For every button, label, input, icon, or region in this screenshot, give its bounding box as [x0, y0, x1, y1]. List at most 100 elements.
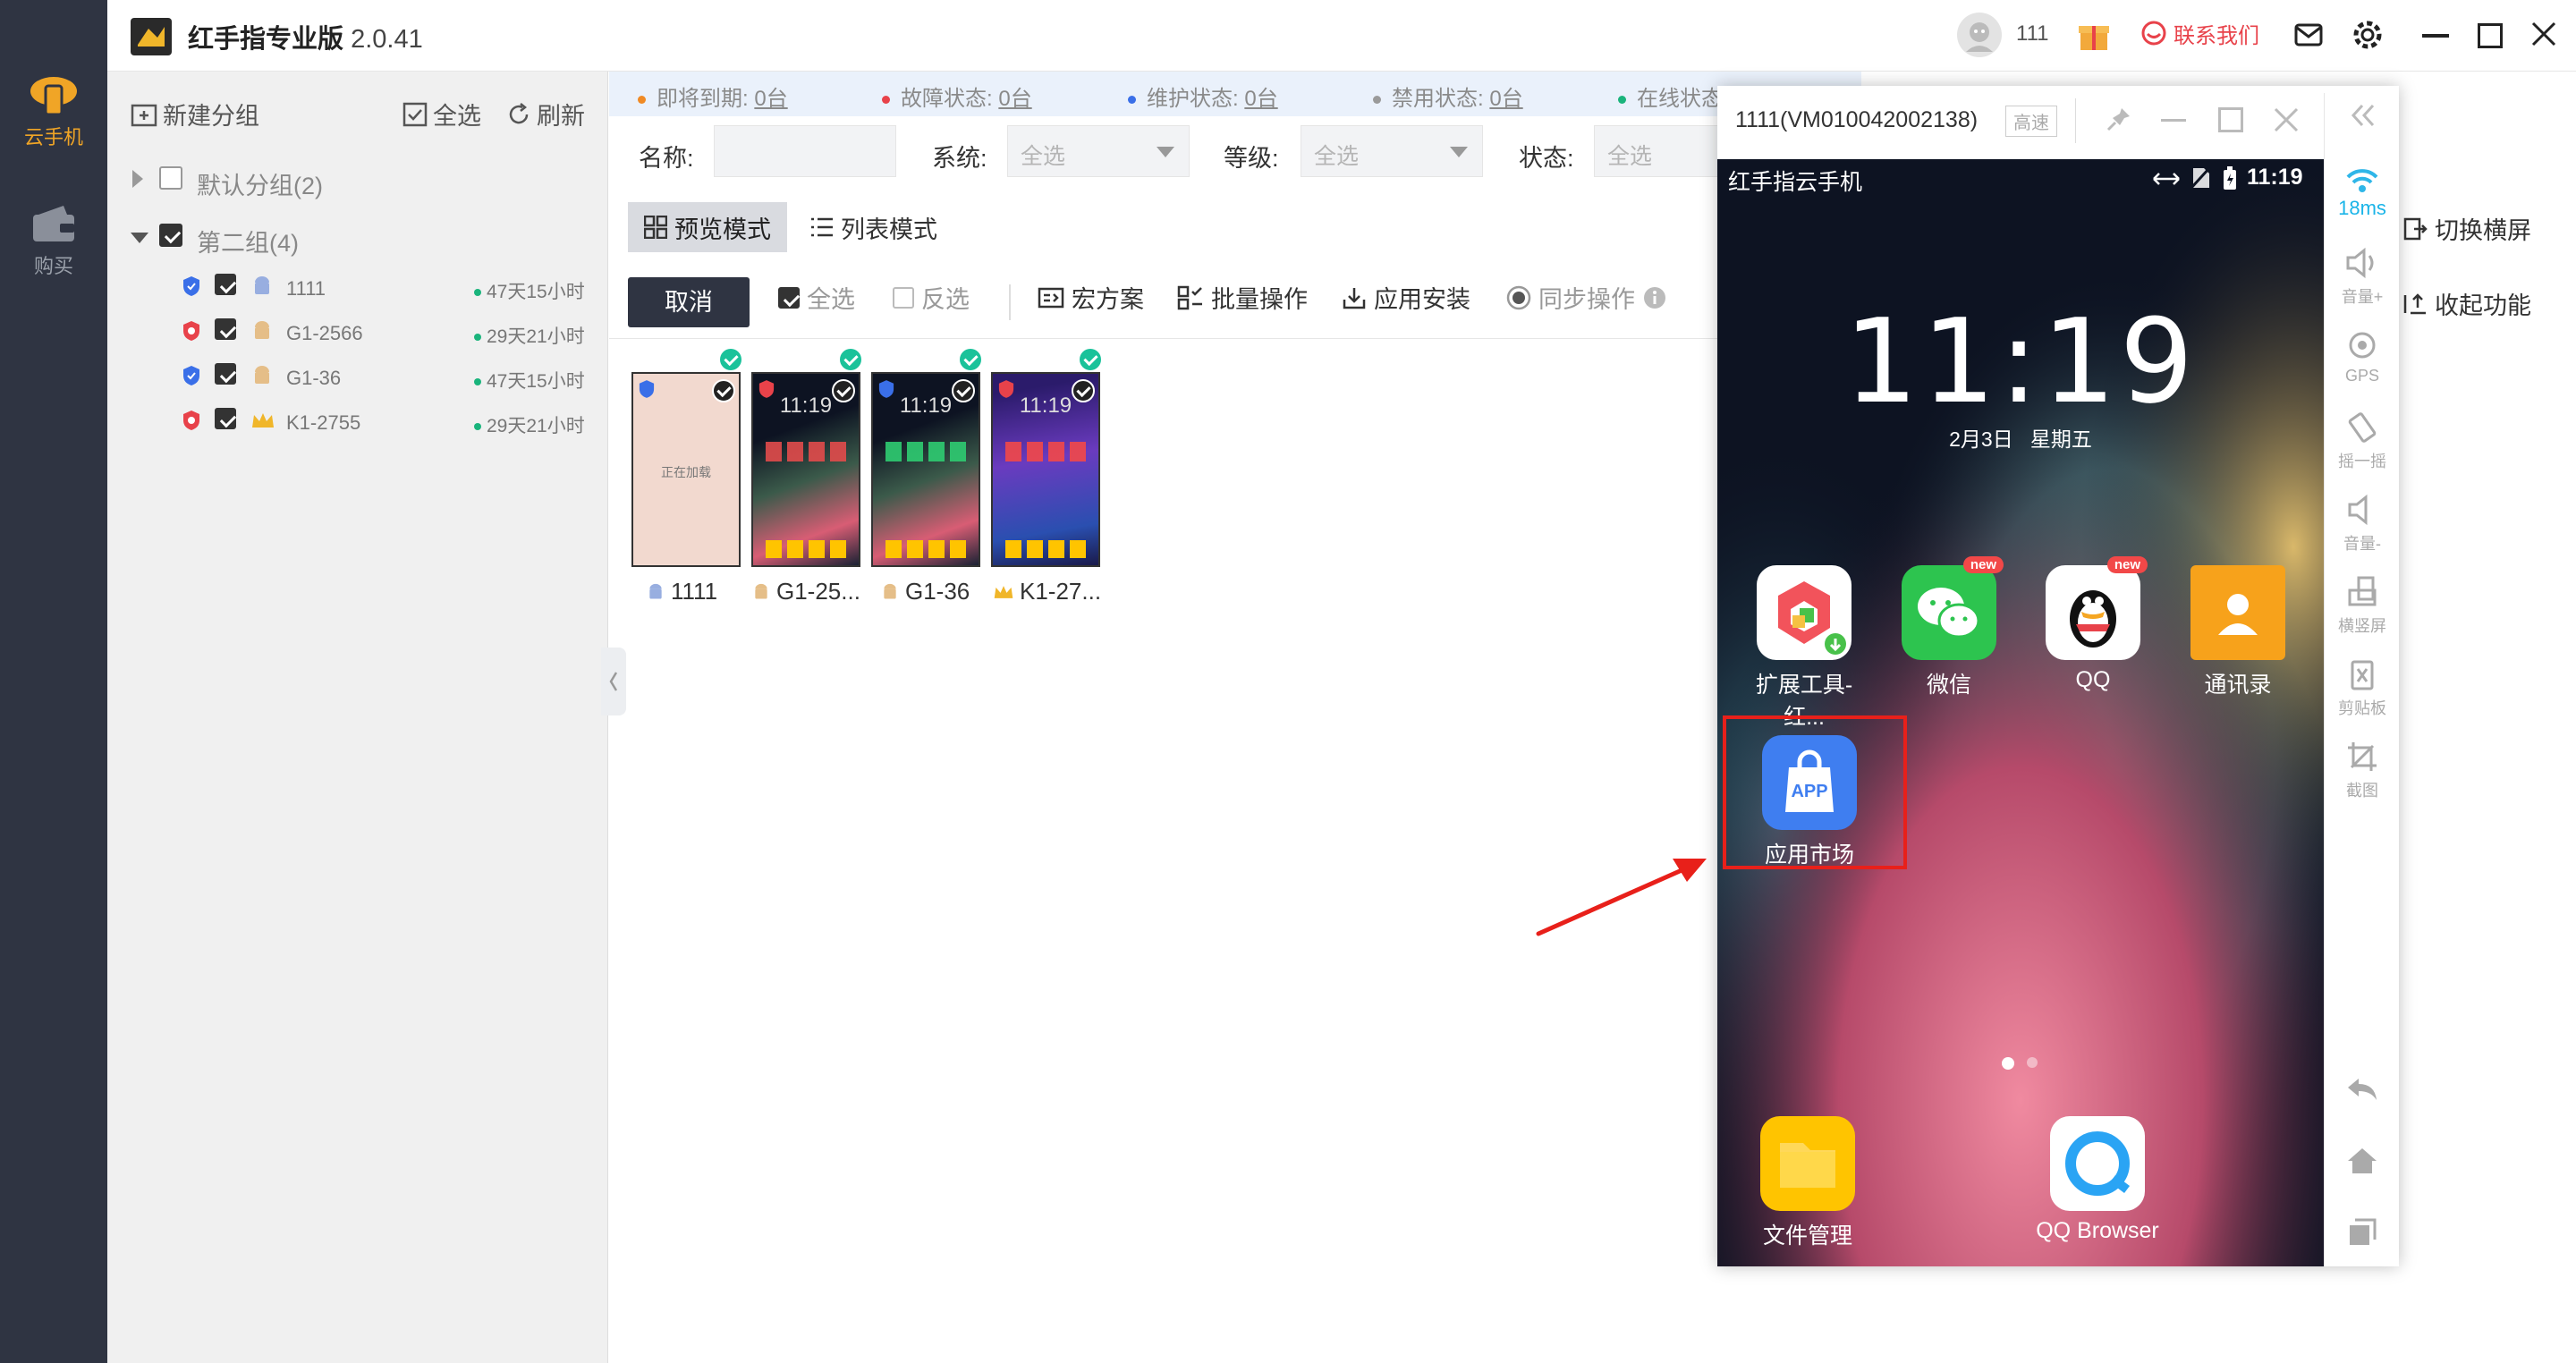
switch-landscape-button[interactable]: 切换横屏 [2402, 211, 2531, 246]
thumbnail-check-icon[interactable] [712, 379, 735, 402]
chevron-down-icon[interactable] [131, 233, 148, 243]
popup-close-icon[interactable] [2272, 106, 2301, 134]
device-time: 29天21小时 [474, 322, 585, 349]
name-filter-input[interactable] [714, 125, 896, 177]
status-expiring[interactable]: 即将到期: 0台 [638, 80, 788, 112]
list-mode-tab[interactable]: 列表模式 [794, 202, 953, 252]
screenshot-button[interactable]: 截图 [2325, 739, 2400, 801]
avatar[interactable] [1957, 13, 2002, 57]
group-name[interactable]: 第二组(4) [197, 224, 299, 258]
recent-apps-icon[interactable] [2344, 1216, 2380, 1249]
status-fault[interactable]: 故障状态: 0台 [882, 80, 1032, 112]
thumbnail-dock-icons [766, 540, 848, 558]
collapse-toolbar-icon[interactable] [2346, 102, 2378, 129]
batch-button[interactable]: 批量操作 [1177, 280, 1308, 315]
refresh-button[interactable]: 刷新 [506, 97, 585, 131]
rail-item-cloud-phone[interactable]: 云手机 [0, 75, 107, 150]
info-icon[interactable] [1642, 285, 1667, 310]
popup-maximize-icon[interactable] [2218, 107, 2243, 132]
thumbnail-label[interactable]: G1-36 [880, 578, 970, 605]
status-disabled[interactable]: 禁用状态: 0台 [1373, 80, 1523, 112]
select-all-checkbox[interactable]: 全选 [778, 280, 855, 315]
device-checkbox[interactable] [215, 318, 236, 345]
quality-badge[interactable]: 高速 [2005, 106, 2057, 137]
device-row[interactable]: G1-2566 29天21小时 [107, 311, 608, 356]
device-thumbnail[interactable]: 11:19 [871, 372, 980, 567]
device-row[interactable]: 1111 47天15小时 [107, 267, 608, 311]
device-name: G1-36 [286, 367, 342, 389]
new-badge: new [2106, 556, 2148, 573]
app-qq[interactable]: new QQ [2026, 556, 2160, 693]
volume-up-button[interactable]: 音量+ [2325, 245, 2400, 308]
clipboard-button[interactable]: 剪贴板 [2325, 656, 2400, 719]
install-app-button[interactable]: 应用安装 [1342, 280, 1470, 315]
thumbnail-label[interactable]: K1-27... [993, 578, 1101, 605]
status-maintenance[interactable]: 维护状态: 0台 [1128, 80, 1278, 112]
device-checkbox[interactable] [215, 363, 236, 390]
app-app-market[interactable]: APP 应用市场 [1742, 735, 1877, 869]
pin-icon[interactable] [2106, 106, 2132, 132]
maximize-icon[interactable] [2478, 23, 2503, 48]
home-icon[interactable] [2344, 1145, 2380, 1177]
volume-down-button[interactable]: 音量- [2325, 492, 2400, 555]
rotate-button[interactable]: 横竖屏 [2325, 574, 2400, 637]
status-online[interactable]: 在线状态 [1618, 80, 1723, 112]
device-thumbnail[interactable]: 11:19 [751, 372, 860, 567]
status-count[interactable]: 0台 [754, 87, 787, 111]
toolbar-divider [1009, 284, 1011, 320]
new-badge: new [1962, 556, 2004, 573]
minimize-icon[interactable] [2422, 34, 2449, 38]
settings-gear-icon[interactable] [2351, 18, 2385, 52]
gift-icon[interactable] [2077, 18, 2111, 52]
mail-icon[interactable] [2293, 20, 2324, 50]
group-checkbox[interactable] [159, 166, 182, 194]
cancel-button[interactable]: 取消 [628, 277, 750, 327]
chevron-right-icon[interactable] [132, 170, 143, 188]
device-row[interactable]: G1-36 47天15小时 [107, 356, 608, 401]
app-extension-tool[interactable]: 扩展工具-红... [1737, 565, 1871, 732]
device-checkbox[interactable] [215, 274, 236, 301]
thumbnail-label[interactable]: G1-25... [751, 578, 860, 605]
group-checkbox[interactable] [159, 224, 182, 251]
system-filter-select[interactable]: 全选 [1007, 125, 1190, 177]
macro-button[interactable]: 宏方案 [1038, 280, 1144, 315]
status-count[interactable]: 0台 [1244, 87, 1277, 111]
app-contacts[interactable]: 通讯录 [2171, 565, 2305, 699]
device-checkbox[interactable] [215, 408, 236, 435]
status-count[interactable]: 0台 [1489, 87, 1522, 111]
device-thumbnail[interactable]: 正在加载 [631, 372, 741, 567]
back-icon[interactable] [2344, 1073, 2380, 1105]
preview-mode-tab[interactable]: 预览模式 [628, 202, 787, 252]
screenshot-label: 截图 [2346, 782, 2378, 800]
status-count[interactable]: 0台 [998, 87, 1031, 111]
contact-us-button[interactable]: 联系我们 [2140, 18, 2259, 49]
app-file-manager[interactable]: 文件管理 [1741, 1116, 1875, 1250]
device-name: 1111 [286, 277, 326, 300]
page-indicator-dot [2002, 1057, 2014, 1070]
app-qq-browser[interactable]: QQ Browser [2026, 1116, 2169, 1244]
selected-tick-icon [1080, 349, 1101, 370]
panel-collapse-handle[interactable] [601, 648, 626, 715]
device-thumbnail[interactable]: 11:19 [991, 372, 1100, 567]
device-row[interactable]: K1-2755 29天21小时 [107, 401, 608, 445]
phone-screen[interactable]: 红手指云手机 11:19 11:19 2月3日 星期五 扩展工具-红... ne… [1717, 159, 2324, 1266]
gps-button[interactable]: GPS [2325, 327, 2400, 385]
status-filter-select[interactable]: 全选 [1594, 125, 1719, 177]
rail-item-buy[interactable]: 购买 [0, 204, 107, 279]
thumbnail-label[interactable]: 1111 [646, 578, 717, 605]
invert-checkbox[interactable]: 反选 [893, 280, 970, 315]
popup-minimize-icon[interactable] [2161, 119, 2186, 122]
shield-icon [639, 379, 655, 399]
level-filter-select[interactable]: 全选 [1301, 125, 1483, 177]
select-all-groups-button[interactable]: 全选 [402, 97, 481, 131]
app-wechat[interactable]: new 微信 [1882, 556, 2016, 699]
shake-label: 摇一摇 [2338, 453, 2386, 470]
shake-button[interactable]: 摇一摇 [2325, 410, 2400, 472]
close-icon[interactable] [2529, 20, 2558, 48]
thumbnail-clock: 11:19 [779, 394, 833, 418]
collapse-functions-button[interactable]: 收起功能 [2402, 286, 2531, 321]
sync-operation-radio[interactable]: 同步操作 [1506, 280, 1667, 315]
crown-icon [250, 411, 275, 429]
group-name[interactable]: 默认分组(2) [197, 166, 323, 201]
new-group-button[interactable]: 新建分组 [131, 97, 259, 131]
